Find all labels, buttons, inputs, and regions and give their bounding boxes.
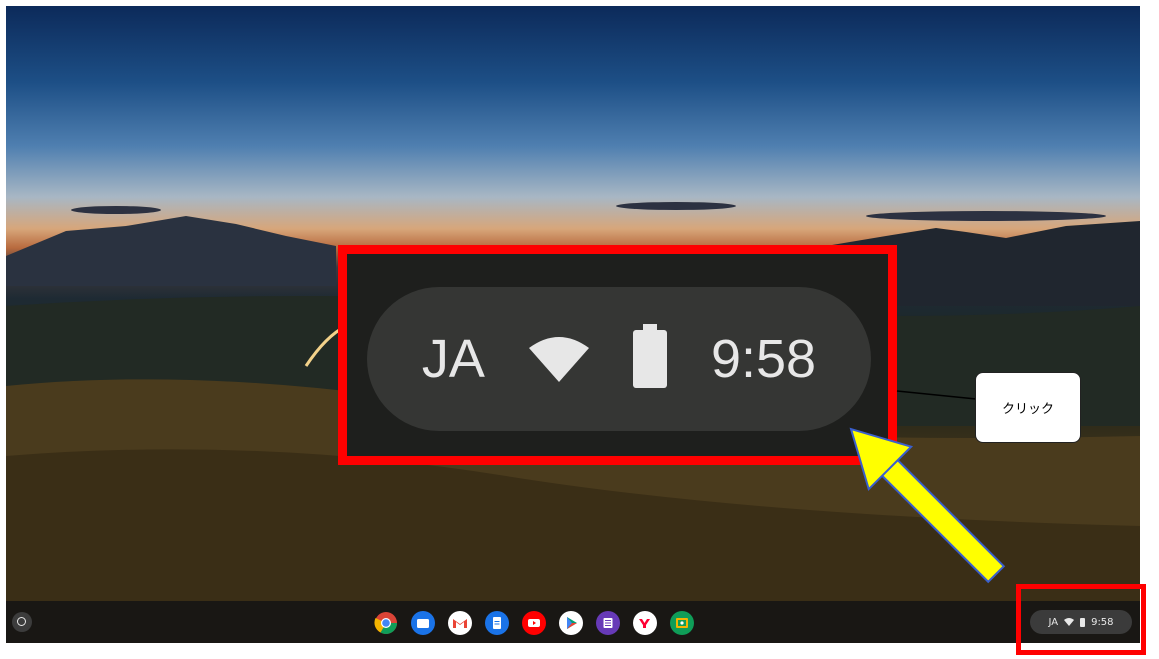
annotation-overlay [849,390,1006,584]
click-callout: クリック [975,372,1081,443]
callout-pointer-line [896,390,977,400]
callout-text: クリック [1001,402,1054,417]
